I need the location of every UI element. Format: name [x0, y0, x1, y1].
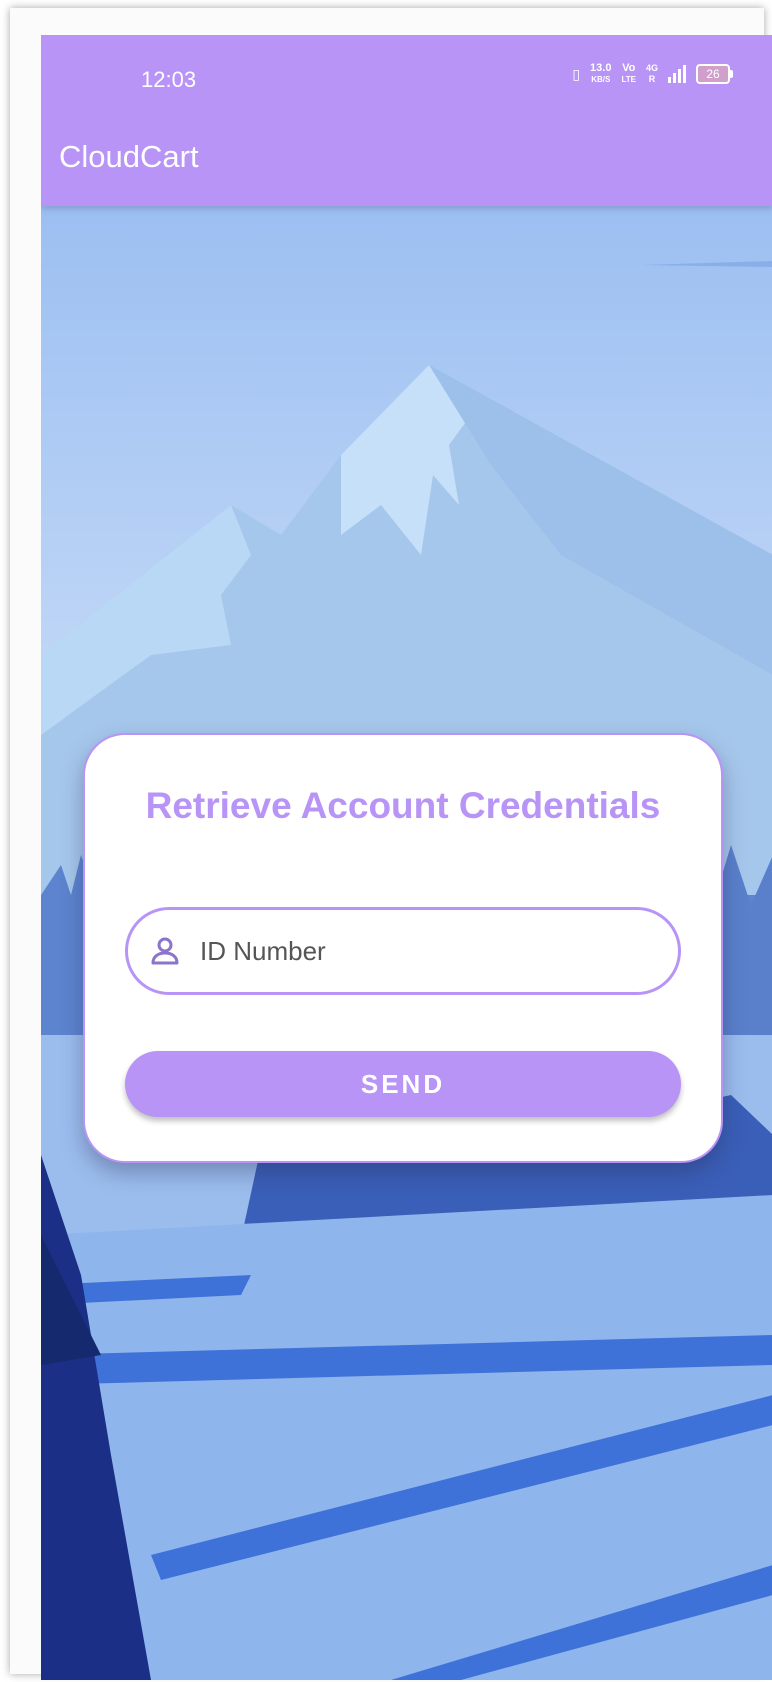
id-number-input[interactable] [198, 934, 642, 968]
vibrate-icon: ▯ [572, 65, 581, 82]
device-frame: 12:03 ▯ 13.0 KB/S Vo LTE 4G R 26 CloudCa… [10, 8, 772, 1680]
net-speed: 13.0 KB/S [590, 63, 611, 85]
volte-top: Vo [622, 62, 636, 74]
volte-bottom: LTE [621, 75, 636, 84]
network-type: 4G R [646, 63, 658, 85]
battery-icon: 26 [696, 64, 733, 84]
battery-tip [730, 70, 733, 78]
person-icon [148, 934, 182, 968]
credentials-card: Retrieve Account Credentials SEND [83, 733, 723, 1163]
net-speed-value: 13.0 [590, 62, 612, 74]
status-time: 12:03 [141, 67, 197, 92]
card-title: Retrieve Account Credentials [145, 785, 661, 826]
app-bar: 12:03 ▯ 13.0 KB/S Vo LTE 4G R 26 CloudCa… [41, 35, 772, 206]
id-number-field[interactable] [125, 907, 681, 995]
send-button[interactable]: SEND [125, 1051, 681, 1117]
status-icons: ▯ 13.0 KB/S Vo LTE 4G R 26 [572, 63, 733, 85]
volte-indicator: Vo LTE [621, 63, 636, 85]
net-speed-unit: KB/S [591, 75, 611, 84]
app-title: CloudCart [59, 139, 199, 174]
network-bottom: R [648, 74, 656, 84]
battery-level: 26 [696, 64, 730, 84]
network-top: 4G [645, 63, 658, 73]
signal-icon [668, 65, 686, 83]
phone-screen: 12:03 ▯ 13.0 KB/S Vo LTE 4G R 26 CloudCa… [41, 35, 772, 1680]
